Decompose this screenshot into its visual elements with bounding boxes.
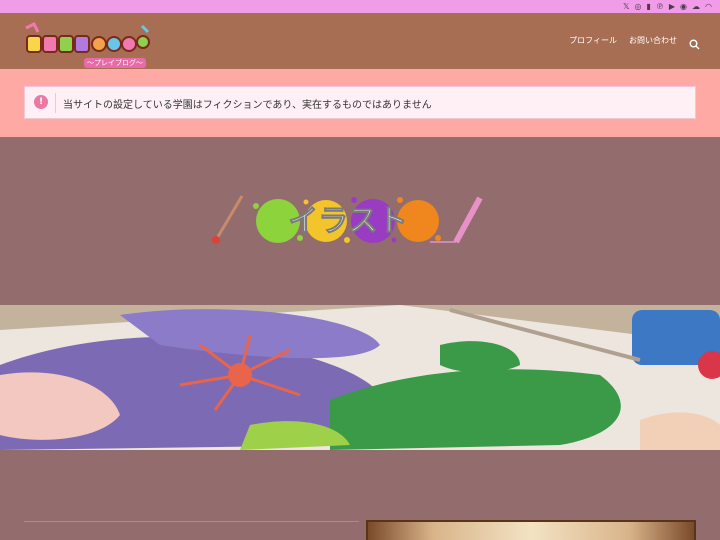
info-icon: ! [34, 95, 48, 109]
instagram-icon[interactable]: ◎ [634, 1, 641, 12]
hero-title-text: イラスト [288, 204, 407, 239]
notice-box: ! 当サイトの設定している学園はフィクションであり、実在するものではありません [24, 86, 696, 119]
nav-contact-link[interactable]: お問い合わせ [629, 35, 677, 46]
site-header: 〜プレイブログ〜 プロフィール お問い合わせ [0, 13, 720, 69]
threads-icon[interactable]: ◉ [680, 1, 687, 12]
post-thumbnail[interactable] [366, 520, 696, 540]
notice-separator [55, 93, 56, 113]
site-logo[interactable]: 〜プレイブログ〜 [24, 21, 154, 68]
banner-painting [0, 305, 720, 450]
notice-message: 当サイトの設定している学園はフィクションであり、実在するものではありません [63, 100, 432, 111]
pinterest-icon[interactable]: ℗ [656, 1, 664, 12]
hero-title-graphic: イラスト [208, 188, 498, 258]
rss-icon[interactable]: ◠ [705, 1, 712, 12]
main-nav: プロフィール お問い合わせ [569, 35, 700, 50]
content-divider [24, 521, 359, 522]
logo-subtitle: 〜プレイブログ〜 [84, 58, 146, 68]
logo-graphic [25, 21, 150, 53]
x-icon[interactable]: 𝕏 [623, 1, 629, 12]
note-icon[interactable]: ▮ [646, 1, 650, 12]
cloud-icon[interactable]: ☁ [692, 1, 700, 12]
youtube-icon[interactable]: ▶ [669, 1, 675, 12]
category-banner-image [0, 305, 720, 450]
hero-title-art: イラスト [212, 195, 483, 244]
social-topbar: 𝕏 ◎ ▮ ℗ ▶ ◉ ☁ ◠ [0, 0, 720, 13]
search-icon[interactable] [689, 35, 700, 50]
social-icons: 𝕏 ◎ ▮ ℗ ▶ ◉ ☁ ◠ [623, 1, 712, 12]
nav-profile-link[interactable]: プロフィール [569, 35, 617, 46]
